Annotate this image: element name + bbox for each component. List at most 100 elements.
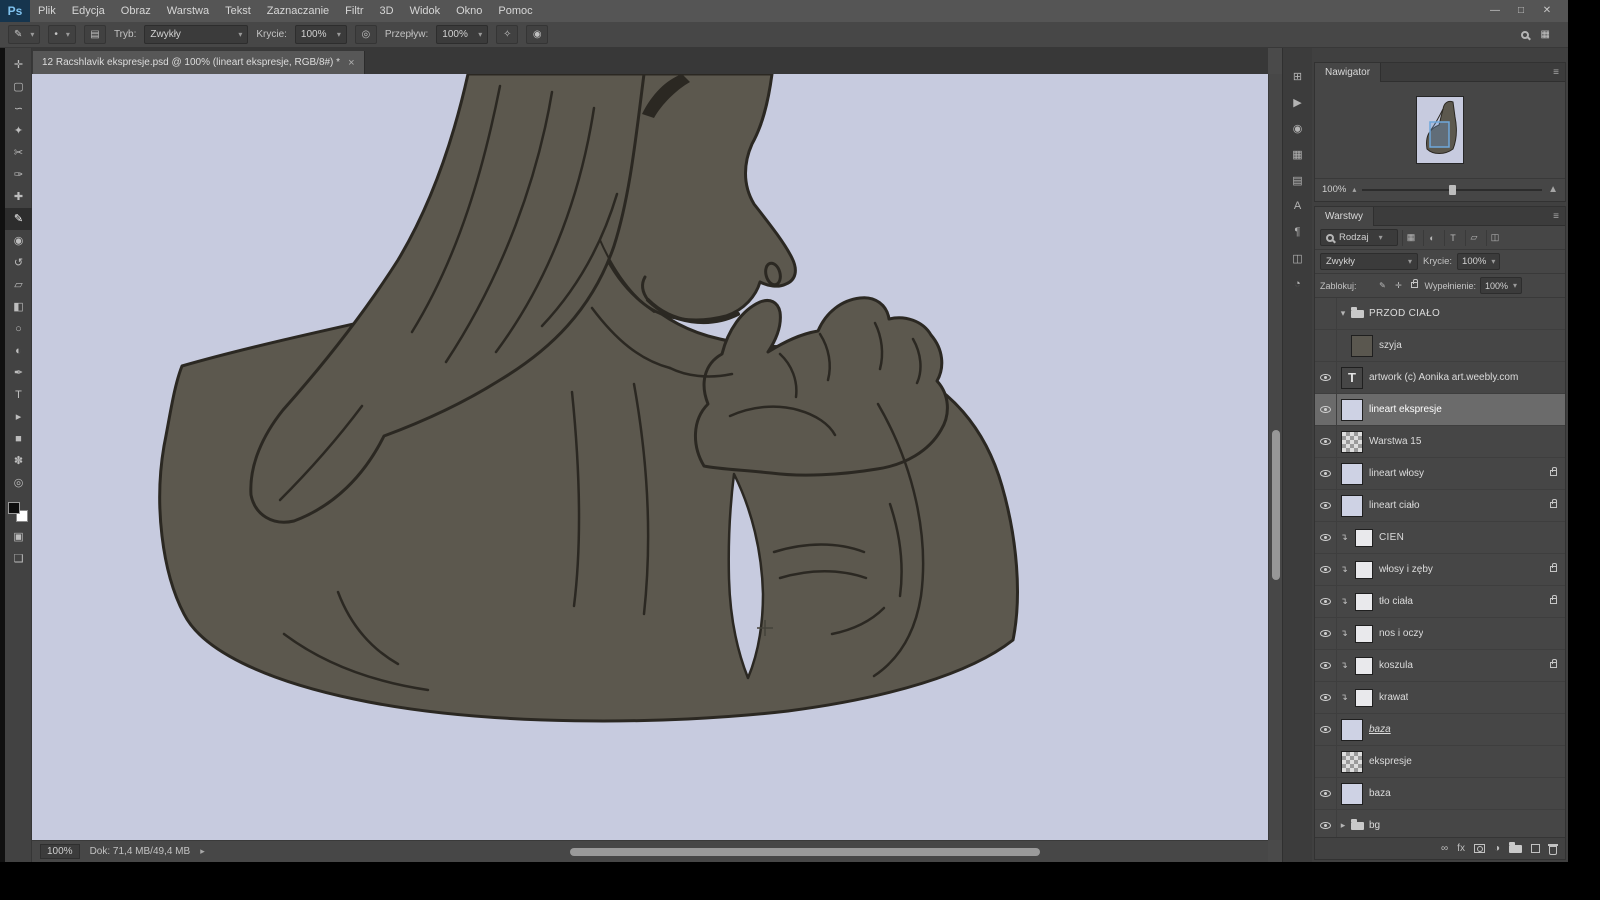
airbrush-button[interactable]: ✧ bbox=[496, 25, 519, 44]
shape-filter-icon[interactable]: ▱ bbox=[1465, 229, 1482, 246]
vertical-scrollbar[interactable] bbox=[1268, 74, 1282, 840]
visibility-toggle[interactable] bbox=[1315, 362, 1337, 393]
layer-name[interactable]: ekspresje bbox=[1369, 756, 1412, 767]
layer-row-koszula[interactable]: ↴ koszula bbox=[1315, 650, 1565, 682]
menu-warstwa[interactable]: Warstwa bbox=[159, 0, 217, 22]
zoom-in-icon[interactable]: ▲ bbox=[1548, 184, 1558, 195]
zoom-out-icon[interactable]: ▴ bbox=[1352, 185, 1356, 194]
marquee-tool-button[interactable]: ▢ bbox=[5, 76, 32, 98]
menu-plik[interactable]: Plik bbox=[30, 0, 64, 22]
visibility-toggle[interactable] bbox=[1315, 298, 1337, 329]
layer-name[interactable]: lineart ekspresje bbox=[1369, 404, 1442, 415]
visibility-toggle[interactable] bbox=[1315, 618, 1337, 649]
visibility-toggle[interactable] bbox=[1315, 778, 1337, 809]
visibility-toggle[interactable] bbox=[1315, 522, 1337, 553]
layer-name[interactable]: włosy i zęby bbox=[1379, 564, 1433, 575]
visibility-toggle[interactable] bbox=[1315, 650, 1337, 681]
layer-name[interactable]: krawat bbox=[1379, 692, 1408, 703]
eraser-tool-button[interactable]: ▱ bbox=[5, 274, 32, 296]
layer-row-lineart-cialo[interactable]: lineart ciało bbox=[1315, 490, 1565, 522]
layer-thumbnail[interactable] bbox=[1341, 782, 1363, 805]
layer-name[interactable]: artwork (c) Aonika art.weebly.com bbox=[1369, 372, 1518, 383]
navigator-zoom-value[interactable]: 100% bbox=[1322, 184, 1346, 195]
character-panel-icon[interactable]: A bbox=[1286, 194, 1310, 218]
lock-position-icon[interactable]: ✛ bbox=[1393, 281, 1405, 290]
layer-row-przod-cialo[interactable]: ▾ PRZÓD CIAŁO bbox=[1315, 298, 1565, 330]
layer-name[interactable]: CIEŃ bbox=[1379, 532, 1404, 543]
layer-name[interactable]: bg bbox=[1369, 820, 1380, 831]
layer-row-nos-i-oczy[interactable]: ↴ nos i oczy bbox=[1315, 618, 1565, 650]
layer-thumbnail[interactable] bbox=[1355, 656, 1373, 675]
layer-row-lineart-wlosy[interactable]: lineart włosy bbox=[1315, 458, 1565, 490]
text-layer-thumbnail[interactable]: T bbox=[1341, 366, 1363, 389]
lock-all-icon[interactable] bbox=[1409, 279, 1421, 290]
layer-row-warstwa-15[interactable]: Warstwa 15 bbox=[1315, 426, 1565, 458]
flow-select[interactable]: 100% ▾ bbox=[436, 25, 489, 44]
mini-bridge-panel-icon[interactable]: ⊞ bbox=[1286, 64, 1310, 88]
visibility-toggle[interactable] bbox=[1315, 746, 1337, 777]
crop-tool-button[interactable]: ✂ bbox=[5, 142, 32, 164]
navigator-view-box[interactable] bbox=[1429, 121, 1450, 148]
histogram-panel-icon[interactable]: ◔ bbox=[1286, 272, 1310, 296]
healing-brush-tool-button[interactable]: ✚ bbox=[5, 186, 32, 208]
layer-thumbnail[interactable] bbox=[1341, 750, 1363, 773]
restore-button[interactable]: □ bbox=[1508, 0, 1534, 22]
type-filter-icon[interactable]: T bbox=[1444, 229, 1461, 246]
layer-blend-mode-select[interactable]: Zwykły ▾ bbox=[1320, 253, 1418, 270]
layer-name[interactable]: lineart włosy bbox=[1369, 468, 1424, 479]
brush-presets-panel-icon[interactable]: ▤ bbox=[1286, 168, 1310, 192]
clone-source-panel-icon[interactable]: ◉ bbox=[1286, 116, 1310, 140]
link-layers-icon[interactable]: ∞ bbox=[1441, 843, 1448, 854]
menu-edycja[interactable]: Edycja bbox=[64, 0, 113, 22]
artwork-canvas[interactable] bbox=[32, 74, 1268, 840]
opacity-select[interactable]: 100% ▾ bbox=[294, 25, 347, 44]
blend-mode-select[interactable]: Zwykły ▾ bbox=[144, 25, 249, 44]
visibility-toggle[interactable] bbox=[1315, 586, 1337, 617]
blur-tool-button[interactable]: ○ bbox=[5, 318, 32, 340]
layer-row-wlosy-i-zeby[interactable]: ↴ włosy i zęby bbox=[1315, 554, 1565, 586]
new-layer-icon[interactable] bbox=[1531, 844, 1540, 853]
pressure-opacity-button[interactable]: ◎ bbox=[354, 25, 377, 44]
layer-thumbnail[interactable] bbox=[1355, 688, 1373, 707]
brush-tool-button[interactable]: ✎ bbox=[5, 208, 32, 230]
visibility-toggle[interactable] bbox=[1315, 714, 1337, 745]
layer-name[interactable]: Warstwa 15 bbox=[1369, 436, 1421, 447]
dodge-tool-button[interactable]: ◐ bbox=[5, 340, 32, 362]
panel-menu-icon[interactable]: ≡ bbox=[1553, 67, 1559, 78]
tab-navigator[interactable]: Nawigator bbox=[1315, 62, 1382, 82]
menu-obraz[interactable]: Obraz bbox=[113, 0, 159, 22]
lock-pixels-icon[interactable]: ✎ bbox=[1377, 281, 1389, 290]
layer-thumbnail[interactable] bbox=[1355, 624, 1373, 643]
layer-thumbnail[interactable] bbox=[1355, 592, 1373, 611]
layer-filter-select[interactable]: Rodzaj ▾ bbox=[1320, 229, 1398, 246]
layer-name[interactable]: nos i oczy bbox=[1379, 628, 1423, 639]
menu-okno[interactable]: Okno bbox=[448, 0, 490, 22]
zoom-level-field[interactable]: 100% bbox=[40, 844, 80, 859]
visibility-toggle[interactable] bbox=[1315, 810, 1337, 837]
chevron-down-icon[interactable]: ▾ bbox=[1337, 308, 1349, 319]
layer-name[interactable]: tło ciała bbox=[1379, 596, 1413, 607]
menu-widok[interactable]: Widok bbox=[402, 0, 449, 22]
layer-thumbnail[interactable] bbox=[1355, 560, 1373, 579]
layer-thumbnail[interactable] bbox=[1341, 462, 1363, 485]
visibility-toggle[interactable] bbox=[1315, 554, 1337, 585]
close-button[interactable]: ✕ bbox=[1534, 0, 1560, 22]
visibility-toggle[interactable] bbox=[1315, 330, 1337, 361]
brush-preset-picker[interactable]: • ▾ bbox=[48, 25, 76, 44]
quick-selection-tool-button[interactable]: ✦ bbox=[5, 120, 32, 142]
layer-name[interactable]: koszula bbox=[1379, 660, 1413, 671]
menu-filtr[interactable]: Filtr bbox=[337, 0, 371, 22]
rectangle-tool-button[interactable]: ■ bbox=[5, 428, 32, 450]
panel-menu-icon[interactable]: ≡ bbox=[1553, 211, 1559, 222]
navigator-preview[interactable] bbox=[1315, 82, 1565, 178]
pixel-filter-icon[interactable]: ▦ bbox=[1402, 229, 1419, 246]
screen-mode-button[interactable]: ❑ bbox=[5, 548, 32, 570]
delete-layer-icon[interactable] bbox=[1548, 843, 1558, 855]
layer-thumbnail[interactable] bbox=[1341, 398, 1363, 421]
chevron-right-icon[interactable]: ▸ bbox=[1337, 820, 1349, 831]
history-brush-tool-button[interactable]: ↺ bbox=[5, 252, 32, 274]
visibility-toggle[interactable] bbox=[1315, 490, 1337, 521]
layer-row-tlo-ciala[interactable]: ↴ tło ciała bbox=[1315, 586, 1565, 618]
visibility-toggle[interactable] bbox=[1315, 458, 1337, 489]
smart-object-filter-icon[interactable]: ◫ bbox=[1486, 229, 1503, 246]
